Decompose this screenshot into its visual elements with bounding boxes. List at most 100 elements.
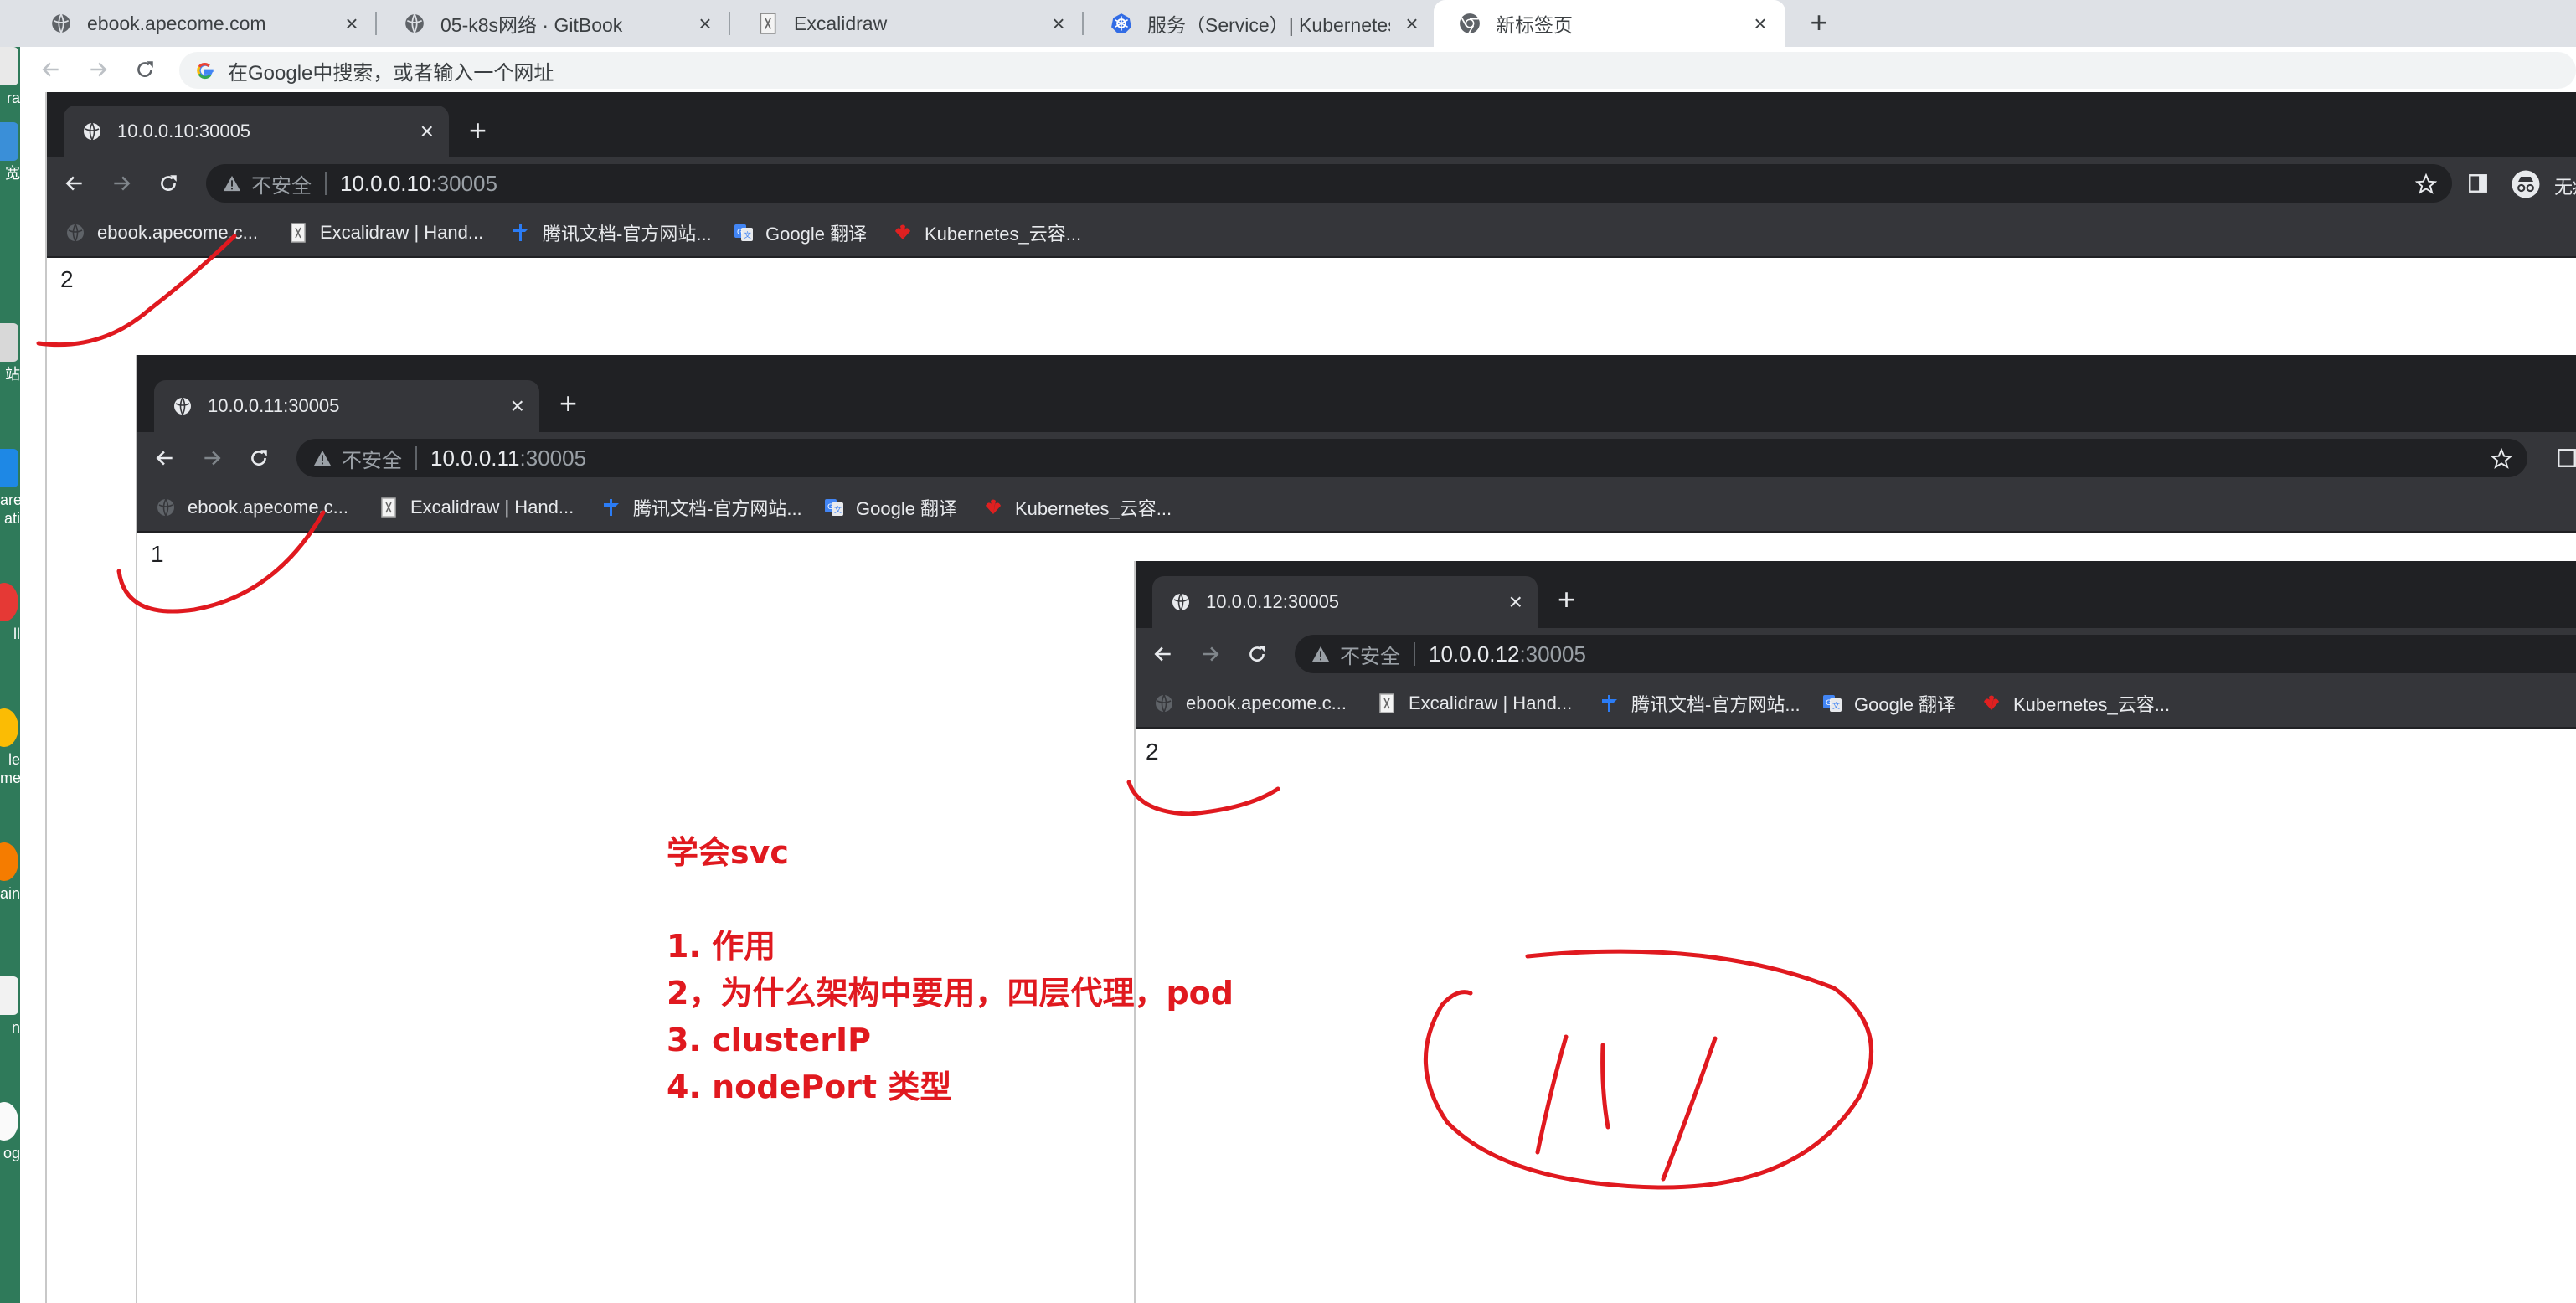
star-icon[interactable] (2415, 173, 2437, 195)
forward-arrow-icon[interactable] (201, 447, 223, 469)
address-bar[interactable]: 不安全 10.0.0.12:30005 (1295, 635, 2576, 673)
recycle-bin-icon (0, 323, 18, 362)
annotation-heading: 学会svc (667, 834, 789, 871)
incognito-icon[interactable] (2511, 169, 2541, 199)
bookmark-item[interactable]: G 文 Google 翻译 (1822, 692, 1955, 715)
bookmark-item[interactable]: Kubernetes_云容... (893, 221, 1081, 245)
warning-icon[interactable] (223, 174, 241, 193)
close-icon[interactable]: × (420, 120, 434, 143)
dark-tab[interactable]: 10.0.0.11:30005 × (154, 380, 539, 432)
close-icon[interactable]: × (511, 394, 524, 418)
globe-icon (52, 13, 70, 33)
bookmark-item[interactable]: ebook.apecome.c... (1154, 692, 1347, 715)
bookmark-item[interactable]: Excalidraw | Hand... (288, 221, 483, 245)
divider (415, 446, 417, 470)
outer-tab[interactable]: ebook.apecome.com × (25, 0, 377, 47)
chrome-icon (0, 708, 18, 747)
globe-icon (67, 224, 84, 242)
reload-icon[interactable] (248, 447, 270, 469)
desktop-shortcut[interactable]: 宽 (0, 122, 20, 198)
bookmark-item[interactable]: ebook.apecome.c... (156, 496, 348, 519)
bookmark-item[interactable]: Excalidraw | Hand... (379, 496, 574, 519)
side-panel-icon[interactable] (2467, 173, 2489, 194)
reload-icon[interactable] (134, 59, 156, 80)
desktop-shortcut-label: ra (6, 90, 20, 106)
warning-icon[interactable] (1311, 645, 1330, 663)
desktop-shortcut[interactable]: 站 (0, 323, 20, 399)
back-arrow-icon[interactable] (64, 173, 85, 194)
bookmark-item[interactable]: Kubernetes_云容... (983, 496, 1172, 519)
response-text: 2 (60, 266, 74, 292)
warning-icon[interactable] (313, 449, 332, 467)
bookmark-label: ebook.apecome.c... (1186, 693, 1347, 713)
huawei-cloud-icon (895, 224, 910, 239)
url-host: 10.0.0.11 (430, 445, 520, 471)
globe-icon (1172, 593, 1189, 611)
new-tab-button[interactable]: + (559, 389, 577, 419)
bookmark-label: ebook.apecome.c... (188, 497, 349, 518)
back-arrow-icon[interactable] (154, 447, 176, 469)
bookmark-item[interactable]: 腾讯文档-官方网站... (1600, 692, 1801, 715)
bookmark-label: Kubernetes_云容... (1015, 498, 1172, 519)
forward-arrow-icon[interactable] (87, 59, 109, 80)
dark-tab[interactable]: 10.0.0.12:30005 × (1152, 576, 1538, 628)
back-arrow-icon[interactable] (40, 59, 62, 80)
tab-divider (375, 12, 377, 35)
close-icon[interactable]: × (1750, 13, 1770, 34)
bookmark-item[interactable]: G 文 Google 翻译 (734, 221, 867, 245)
close-icon[interactable]: × (1048, 13, 1069, 34)
annotation-item: 4. nodePort 类型 (667, 1069, 952, 1105)
tencent-docs-icon (1602, 695, 1617, 712)
desktop-shortcut[interactable]: are ati (0, 449, 20, 527)
desktop-shortcut[interactable]: og (0, 1102, 20, 1177)
forward-arrow-icon[interactable] (1199, 643, 1221, 665)
bookmark-item[interactable]: 腾讯文档-官方网站... (601, 496, 802, 519)
bookmark-label: Excalidraw | Hand... (410, 497, 574, 518)
close-icon[interactable]: × (342, 13, 362, 34)
bookmark-item[interactable]: Kubernetes_云容... (1981, 692, 2170, 715)
desktop-shortcut[interactable]: ain (0, 842, 20, 918)
google-g-icon (197, 63, 214, 80)
forward-arrow-icon[interactable] (111, 173, 132, 194)
outer-tab[interactable]: 服务（Service）| Kubernetes × (1085, 0, 1437, 47)
new-tab-button[interactable]: + (469, 116, 487, 146)
desktop-shortcut[interactable]: ra (0, 47, 20, 122)
reload-icon[interactable] (1246, 643, 1268, 665)
excalidraw-icon (1379, 693, 1394, 713)
address-bar[interactable]: 不安全 10.0.0.11:30005 (296, 439, 2527, 477)
bookmark-item[interactable]: ebook.apecome.c... (65, 221, 258, 245)
url-host: 10.0.0.12 (1429, 641, 1520, 667)
app-icon (0, 1102, 18, 1141)
bookmark-label: Kubernetes_云容... (2013, 694, 2171, 715)
bookmarks-bar: ebook.apecome.c... Excalidraw | Hand... … (47, 209, 2576, 258)
close-icon[interactable]: × (695, 13, 715, 34)
outer-tab-active[interactable]: 新标签页 × (1434, 0, 1785, 47)
bookmark-item[interactable]: 腾讯文档-官方网站... (511, 221, 712, 245)
new-tab-button[interactable]: + (1804, 8, 1834, 39)
desktop-shortcut[interactable]: ll (0, 583, 20, 658)
desktop-shortcut-label: 站 (5, 366, 20, 383)
back-arrow-icon[interactable] (1152, 643, 1174, 665)
desktop-shortcut[interactable]: le me (0, 708, 20, 786)
annotation-item: 3. clusterIP (667, 1022, 871, 1058)
star-icon[interactable] (2491, 448, 2512, 470)
bookmark-item[interactable]: G 文 Google 翻译 (824, 496, 957, 519)
outer-tab-title: 服务（Service）| Kubernetes (1147, 14, 1390, 36)
new-tab-button[interactable]: + (1558, 585, 1575, 615)
outer-omnibox[interactable]: 在Google中搜索，或者输入一个网址 (179, 52, 2576, 89)
url-port: :30005 (519, 445, 587, 471)
dark-tab[interactable]: 10.0.0.10:30005 × (64, 106, 449, 157)
omnibox-placeholder: 在Google中搜索，或者输入一个网址 (228, 61, 554, 85)
address-bar[interactable]: 不安全 10.0.0.10:30005 (206, 164, 2452, 203)
dark-toolbar: 不安全 10.0.0.11:30005 (137, 432, 2576, 484)
app-icon (0, 583, 18, 621)
desktop-shortcut[interactable]: n (0, 976, 20, 1052)
bookmark-item[interactable]: Excalidraw | Hand... (1377, 692, 1572, 715)
side-panel-icon[interactable] (2556, 447, 2576, 469)
outer-tab[interactable]: 05-k8s网络 · GitBook × (379, 0, 730, 47)
response-text: 2 (1146, 739, 1159, 765)
outer-tab[interactable]: Excalidraw × (732, 0, 1084, 47)
close-icon[interactable]: × (1509, 590, 1522, 614)
close-icon[interactable]: × (1402, 13, 1422, 34)
reload-icon[interactable] (157, 173, 179, 194)
